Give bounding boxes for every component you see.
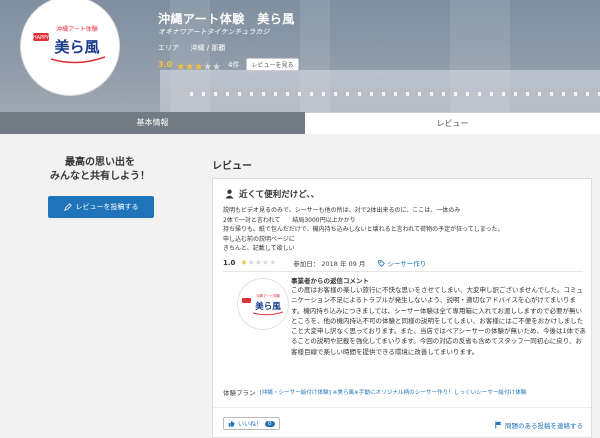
report-post-link[interactable]: 問題のある投稿を連絡する (495, 420, 583, 430)
review-stars: ★★★★★ (240, 258, 276, 268)
plan-link[interactable]: [沖縄・シーサー絵付け体験] ※美ら風※手動にオリジナル柄のシーサー作り！しっく… (260, 388, 527, 396)
thumbs-up-icon (228, 420, 235, 427)
see-reviews-button[interactable]: レビューを見る (246, 58, 299, 71)
shop-name: 沖縄アート体験 美ら風 (158, 12, 295, 26)
svg-text:HAPPY: HAPPY (33, 35, 50, 41)
area-value: 沖縄 / 那覇 (190, 44, 226, 52)
star-icon: ★ (247, 258, 255, 267)
tab-reviews[interactable]: レビュー (305, 112, 600, 134)
shop-header-banner: HAPPY 沖縄アート体験 美ら風 沖縄アート体験 美ら風 オキナワアートタイケ… (0, 0, 600, 112)
star-icon: ★ (185, 62, 195, 73)
divider (223, 271, 583, 272)
rating-stars: ★★★★★ (176, 55, 221, 74)
rating-number: 3.0 (158, 60, 173, 69)
shop-rating: 3.0 ★★★★★ 4件 レビューを見る (158, 55, 299, 74)
tag-icon (378, 259, 386, 267)
divider (213, 407, 591, 408)
svg-text:沖縄アート体験: 沖縄アート体験 (56, 25, 98, 33)
post-review-button[interactable]: レビューを投稿する (48, 196, 154, 218)
owner-reply-body: この度はお客様の楽しい旅行に不快な思いをさせてしまい、大変申し訳ございませんでし… (291, 286, 587, 356)
star-icon: ★ (194, 62, 204, 73)
shop-area: エリア 沖縄 / 那覇 (158, 43, 225, 53)
flag-icon (495, 421, 502, 429)
star-icon: ★ (269, 258, 277, 267)
review-meta: 1.0 ★★★★★ 参加日： 2018 年 09 月 シーサー作り (223, 258, 426, 268)
owner-logo: 沖縄アート体験 美ら風 (237, 278, 289, 330)
review-title-text: 近くて便利だけど、、 (239, 190, 320, 200)
post-review-label: レビューを投稿する (75, 203, 139, 211)
share-prompt: 最高の思い出を みんなと共有しよう！ (50, 157, 150, 182)
star-icon: ★ (176, 62, 186, 73)
reviews-heading: レビュー (212, 161, 252, 172)
owner-reply-title: 事業者からの返信コメント (291, 277, 369, 285)
star-icon: ★ (240, 258, 248, 267)
review-count: 4件 (228, 60, 240, 69)
shop-logo: HAPPY 沖縄アート体験 美ら風 (20, 0, 120, 96)
review-score: 1.0 (223, 259, 236, 267)
review-body: 説明もビデオ見るのみで、シーサーも他の所は、対で2体出来るのに、ここは、一体のみ… (223, 207, 504, 252)
experience-tag[interactable]: シーサー作り (378, 258, 426, 268)
svg-text:沖縄アート体験: 沖縄アート体験 (256, 293, 280, 298)
like-label: いいね！ (238, 421, 263, 428)
participation-date: 参加日： 2018 年 09 月 (293, 260, 366, 268)
pencil-icon (63, 203, 72, 211)
star-icon: ★ (212, 62, 222, 73)
tab-basic-info[interactable]: 基本情報 (0, 112, 305, 134)
review-title: 近くて便利だけど、、 (225, 188, 319, 200)
tab-bar: 基本情報 レビュー (0, 112, 600, 134)
svg-text:美ら風: 美ら風 (255, 301, 281, 312)
star-icon: ★ (203, 62, 213, 73)
shop-name-kana: オキナワアートタイケンチュラカジ (158, 28, 270, 36)
plan-label: 体験プラン (223, 389, 256, 397)
user-icon (225, 189, 234, 199)
review-card: 近くて便利だけど、、 説明もビデオ見るのみで、シーサーも他の所は、対で2体出来る… (212, 178, 592, 438)
experience-plan: 体験プラン [沖縄・シーサー絵付け体験] ※美ら風※手動にオリジナル柄のシーサー… (223, 387, 526, 397)
svg-text:美ら風: 美ら風 (54, 38, 99, 56)
area-label: エリア (158, 44, 179, 52)
like-count: 0 (265, 420, 275, 427)
like-button[interactable]: いいね！ 0 (223, 417, 280, 430)
star-icon: ★ (254, 258, 262, 267)
